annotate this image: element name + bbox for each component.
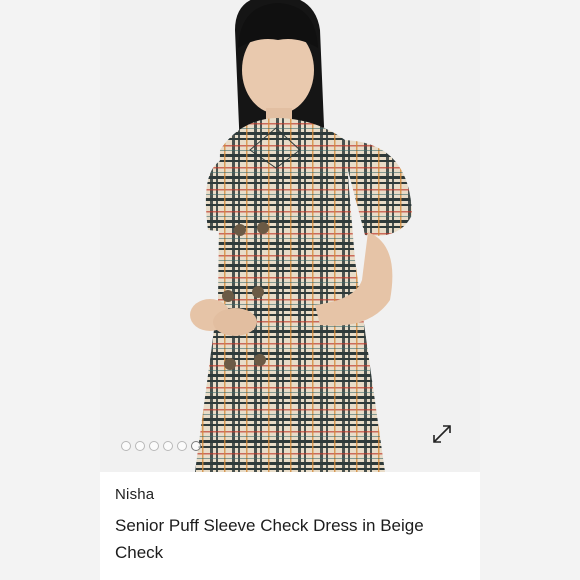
product-image[interactable] <box>100 0 480 472</box>
carousel-dot-6[interactable] <box>191 441 201 451</box>
product-title[interactable]: Senior Puff Sleeve Check Dress in Beige … <box>115 512 465 566</box>
carousel-dot-1[interactable] <box>121 441 131 451</box>
product-info: Nisha Senior Puff Sleeve Check Dress in … <box>115 486 465 566</box>
carousel-dot-4[interactable] <box>163 441 173 451</box>
brand-name[interactable]: Nisha <box>115 486 465 503</box>
product-photo-illustration <box>190 0 412 472</box>
carousel-indicators <box>121 441 201 455</box>
expand-image-button[interactable] <box>431 423 457 449</box>
product-card: Nisha Senior Puff Sleeve Check Dress in … <box>100 0 480 580</box>
carousel-dot-5[interactable] <box>177 441 187 451</box>
carousel-dot-2[interactable] <box>135 441 145 451</box>
expand-icon <box>433 425 451 443</box>
carousel-dot-3[interactable] <box>149 441 159 451</box>
